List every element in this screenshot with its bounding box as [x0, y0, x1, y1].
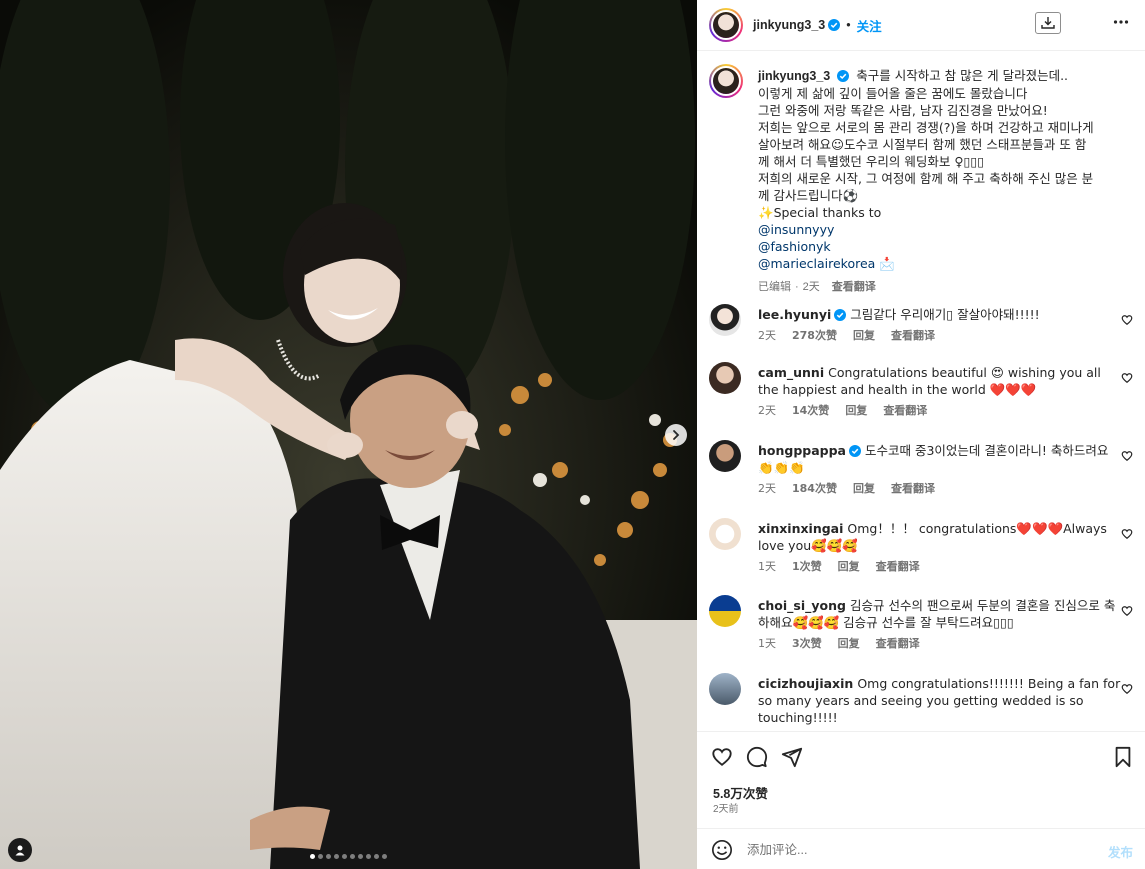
- caption-line: 께 감사드립니다⚽: [758, 188, 859, 203]
- caption-line: 축구를 시작하고 참 많은 게 달라졌는데..: [856, 68, 1069, 83]
- reply-button[interactable]: 回复: [845, 404, 867, 418]
- verified-badge-icon: [849, 445, 861, 457]
- carousel-dot: [334, 854, 339, 859]
- commenter-username[interactable]: xinxinxingai: [758, 521, 843, 536]
- carousel-dot: [358, 854, 363, 859]
- commenter-username[interactable]: cicizhoujiaxin: [758, 676, 853, 691]
- post-header: jinkyung3_3 • 关注: [697, 0, 1145, 51]
- post-actions: 5.8万次赞 2天前 发布: [697, 731, 1145, 869]
- comment-row: hongppappa 도수코때 중3이었는데 결혼이라니! 축하드려요👏👏👏 2天 1…: [709, 440, 1133, 510]
- caption-edited-label: 已编辑: [758, 281, 791, 293]
- caption-line: 께 해서 더 특별했던 우리의 웨딩화보 ♀▯▯▯: [758, 154, 985, 169]
- comment-age: 2天: [758, 329, 776, 342]
- caption-age: 2天: [802, 281, 820, 293]
- post-side-panel: jinkyung3_3 • 关注 jinkyung3_3 축구를 시작하고 참 …: [697, 0, 1145, 869]
- reply-button[interactable]: 回复: [853, 329, 875, 343]
- comment-age: 2天: [758, 404, 776, 417]
- carousel-dot: [318, 854, 323, 859]
- comment-like-count[interactable]: 1次赞: [792, 560, 822, 574]
- wedding-photo: [0, 0, 697, 869]
- commenter-username[interactable]: lee.hyunyi: [758, 307, 831, 322]
- heart-icon[interactable]: [711, 746, 733, 768]
- caption-mention-link[interactable]: @insunnyyy: [758, 221, 1123, 238]
- commenter-avatar[interactable]: [709, 440, 741, 472]
- reply-button[interactable]: 回复: [838, 560, 860, 574]
- commenter-avatar[interactable]: [709, 518, 741, 550]
- carousel-dot: [310, 854, 315, 859]
- post-media[interactable]: [0, 0, 697, 869]
- caption-username[interactable]: jinkyung3_3: [758, 69, 830, 83]
- bookmark-icon[interactable]: [1113, 746, 1133, 768]
- verified-badge-icon: [828, 19, 841, 31]
- comment-icon[interactable]: [746, 746, 768, 768]
- share-icon[interactable]: [781, 746, 803, 768]
- reply-button[interactable]: 回复: [853, 482, 875, 496]
- caption-author-avatar[interactable]: [709, 64, 743, 98]
- comment-composer: 发布: [697, 828, 1145, 869]
- comment-age: 2天: [758, 482, 776, 495]
- caption-line: ✨Special thanks to: [758, 205, 882, 220]
- caption-mention-link[interactable]: @fashionyk: [758, 238, 1123, 255]
- translate-button[interactable]: 查看翻译: [876, 560, 920, 574]
- commenter-avatar[interactable]: [709, 362, 741, 394]
- post-caption: jinkyung3_3 축구를 시작하고 참 많은 게 달라졌는데.. 이렇게 제…: [709, 64, 1133, 304]
- carousel-indicator: [0, 854, 697, 859]
- carousel-dot: [366, 854, 371, 859]
- comment-like-count[interactable]: 3次赞: [792, 637, 822, 651]
- commenter-username[interactable]: cam_unni: [758, 365, 824, 380]
- comment-row: choi_si_yong 김승규 선수의 팬으로써 두분의 결혼을 진심으로 축하…: [709, 595, 1133, 665]
- post-date: 2天前: [713, 804, 739, 815]
- translate-button[interactable]: 查看翻译: [891, 482, 935, 496]
- follow-button[interactable]: 关注: [857, 16, 882, 35]
- caption-line: 살아보려 해요☺도수코 시절부터 함께 했던 스태프분들과 또 함: [758, 137, 1087, 152]
- chevron-right-icon: [673, 430, 680, 440]
- caption-line: 저희의 새로운 시작, 그 여정에 함께 해 주고 축하해 주신 많은 분: [758, 171, 1094, 186]
- caption-translate-button[interactable]: 查看翻译: [832, 280, 876, 294]
- post-viewer: jinkyung3_3 • 关注 jinkyung3_3 축구를 시작하고 참 …: [0, 0, 1145, 869]
- commenter-username[interactable]: hongppappa: [758, 443, 846, 458]
- commenter-username[interactable]: choi_si_yong: [758, 598, 846, 613]
- caption-line: 이렇게 제 삶에 깊이 들어올 줄은 꿈에도 몰랐습니다: [758, 86, 1028, 101]
- verified-badge-icon: [836, 70, 849, 82]
- comment-row: cicizhoujiaxin Omg congratulations!!!!!!!…: [709, 673, 1133, 731]
- post-comment-button[interactable]: 发布: [1108, 842, 1133, 861]
- comment-text: 그림같다 우리애기▯ 잘살아야돼!!!!!: [850, 307, 1040, 322]
- translate-button[interactable]: 查看翻译: [876, 637, 920, 651]
- download-icon: [1041, 17, 1055, 29]
- verified-badge-icon: [834, 309, 847, 321]
- carousel-dot: [382, 854, 387, 859]
- commenter-avatar[interactable]: [709, 304, 741, 336]
- more-options-icon[interactable]: [1113, 14, 1129, 30]
- reply-button[interactable]: 回复: [838, 637, 860, 651]
- caption-text: 축구를 시작하고 참 많은 게 달라졌는데.. 이렇게 제 삶에 깊이 들어올 줄…: [758, 68, 1123, 221]
- caption-meta-dot: ·: [795, 281, 799, 293]
- caption-line: 그런 와중에 저랑 똑같은 사람, 남자 김진경을 만났어요!: [758, 103, 1048, 118]
- smiley-icon[interactable]: [711, 839, 733, 861]
- comments-scroll-area[interactable]: jinkyung3_3 축구를 시작하고 참 많은 게 달라졌는데.. 이렇게 제…: [697, 52, 1145, 731]
- carousel-dot: [374, 854, 379, 859]
- download-button[interactable]: [1035, 12, 1061, 34]
- translate-button[interactable]: 查看翻译: [883, 404, 927, 418]
- caption-line: 저희는 앞으로 서로의 몸 관리 경쟁(?)을 하며 건강하고 재미나게: [758, 120, 1094, 135]
- caption-mentions: @insunnyyy @fashionyk @marieclairekorea 📩: [758, 221, 1123, 272]
- header-separator: •: [846, 18, 851, 32]
- carousel-next-button[interactable]: [665, 424, 687, 446]
- comment-like-count[interactable]: 278次赞: [792, 329, 837, 343]
- comment-age: 1天: [758, 560, 776, 573]
- author-avatar[interactable]: [709, 8, 743, 42]
- comment-like-count[interactable]: 184次赞: [792, 482, 837, 496]
- comment-input[interactable]: [747, 839, 1087, 861]
- carousel-dot: [342, 854, 347, 859]
- caption-mention-link[interactable]: @marieclairekorea 📩: [758, 255, 1123, 272]
- comment-row: cam_unni Congratulations beautiful 😍 wish…: [709, 362, 1133, 432]
- carousel-dot: [350, 854, 355, 859]
- comment-row: xinxinxingai Omg！！！ congratulations❤️❤️❤️…: [709, 518, 1133, 588]
- author-username[interactable]: jinkyung3_3: [753, 18, 825, 32]
- translate-button[interactable]: 查看翻译: [891, 329, 935, 343]
- commenter-avatar[interactable]: [709, 595, 741, 627]
- commenter-avatar[interactable]: [709, 673, 741, 705]
- comment-like-count[interactable]: 14次赞: [792, 404, 829, 418]
- comment-age: 1天: [758, 637, 776, 650]
- carousel-dot: [326, 854, 331, 859]
